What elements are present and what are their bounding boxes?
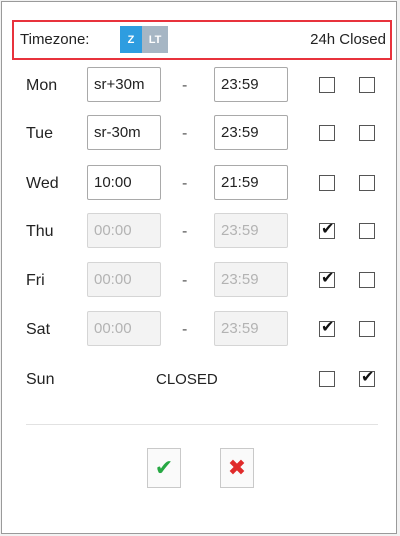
cancel-button[interactable]: ✖ [220,448,254,488]
24h-checkbox[interactable] [359,223,375,239]
divider [26,424,378,425]
time-separator: - [182,223,188,240]
day-row-tue: Tue - [2,115,398,155]
day-row-thu: Thu - ✔ [2,213,398,253]
closed-checkbox[interactable] [319,175,335,191]
24h-checkbox[interactable] [359,272,375,288]
time-separator: - [182,77,188,94]
day-label: Fri [26,272,45,289]
to-time-input [214,311,288,346]
day-row-mon: Mon - [2,67,398,107]
timezone-label: Timezone: [20,31,90,48]
close-icon: ✖ [227,455,247,480]
24h-checkbox[interactable] [359,175,375,191]
day-label: Mon [26,77,58,94]
closed-checkbox[interactable] [319,371,335,387]
check-icon: ✔ [321,221,335,238]
closed-checkbox[interactable]: ✔ [319,319,335,337]
check-icon: ✔ [321,270,335,287]
24h-checkbox[interactable] [359,321,375,337]
24h-checkbox[interactable]: ✔ [359,369,375,387]
to-time-input[interactable] [214,165,288,200]
closed-checkbox[interactable] [319,125,335,141]
check-icon: ✔ [361,369,375,386]
day-label: Thu [26,223,54,240]
timezone-bar: Timezone: Z LT 24h Closed [12,20,392,60]
from-time-input [87,311,161,346]
from-time-input[interactable] [87,115,161,150]
day-row-sat: Sat - ✔ [2,311,398,351]
day-label: Sat [26,321,51,338]
day-label: Sun [26,371,55,388]
check-icon: ✔ [154,455,174,480]
confirm-button[interactable]: ✔ [147,448,181,488]
time-separator: - [182,125,188,142]
day-row-wed: Wed - [2,165,398,205]
closed-checkbox[interactable] [319,77,335,93]
day-row-sun: Sun CLOSED ✔ [2,361,398,401]
time-separator: - [182,175,188,192]
24h-checkbox[interactable] [359,125,375,141]
to-time-input[interactable] [214,67,288,102]
day-row-fri: Fri - ✔ [2,262,398,302]
24h-checkbox[interactable] [359,77,375,93]
from-time-input [87,262,161,297]
time-separator: - [182,321,188,338]
closed-checkbox[interactable]: ✔ [319,221,335,239]
opening-hours-dialog: Timezone: Z LT 24h Closed Mon - Tue - We… [1,1,397,534]
closed-label: CLOSED [156,371,218,388]
from-time-input[interactable] [87,67,161,102]
day-label: Tue [26,125,53,142]
closed-checkbox[interactable]: ✔ [319,270,335,288]
to-time-input [214,262,288,297]
timezone-lt-button[interactable]: LT [142,26,168,53]
to-time-input[interactable] [214,115,288,150]
check-icon: ✔ [321,319,335,336]
time-separator: - [182,272,188,289]
closed-24h-label: 24h Closed [310,31,386,48]
from-time-input [87,213,161,248]
timezone-z-button[interactable]: Z [120,26,142,53]
from-time-input[interactable] [87,165,161,200]
day-label: Wed [26,175,59,192]
to-time-input [214,213,288,248]
